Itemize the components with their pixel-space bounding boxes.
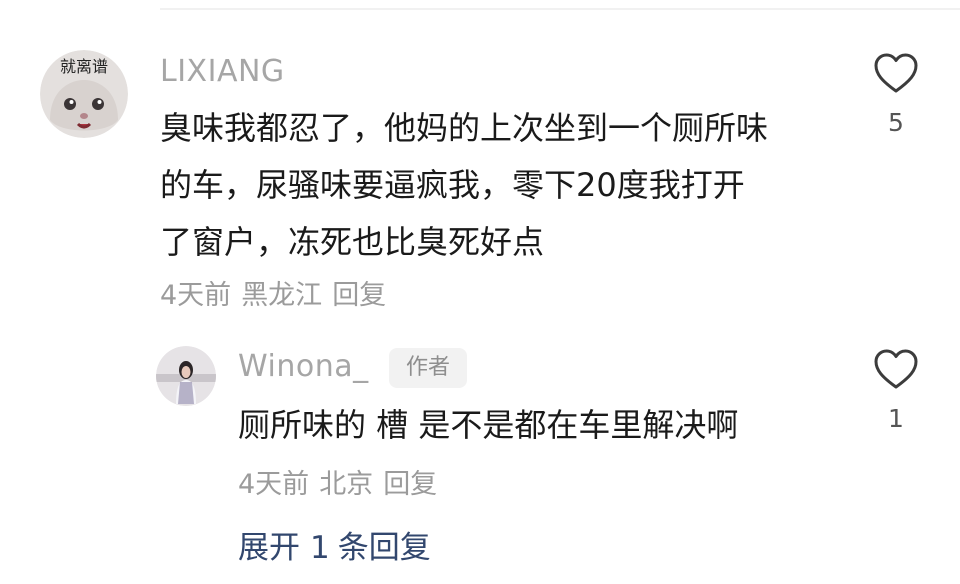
reply-button[interactable]: 回复 — [332, 280, 386, 311]
comment-thread: 就离谱 LIXIANG 臭味我都忍了，他妈的上次坐到一个厕所味 的车，尿骚味要逼… — [0, 0, 960, 584]
reply-location: 北京 — [319, 469, 374, 500]
comment-username[interactable]: LIXIANG — [160, 54, 285, 89]
reply-reply-button[interactable]: 回复 — [383, 469, 437, 500]
like-button[interactable]: 5 — [866, 52, 926, 137]
author-badge: 作者 — [389, 348, 467, 388]
avatar-caption: 就离谱 — [60, 57, 108, 76]
comment-location: 黑龙江 — [241, 280, 323, 311]
reply-like-button[interactable]: 1 — [866, 348, 926, 433]
like-count: 5 — [888, 108, 904, 137]
reply-time: 4天前 — [238, 469, 310, 500]
comment-text: 臭味我都忍了，他妈的上次坐到一个厕所味 的车，尿骚味要逼疯我，零下20度我打开 … — [160, 100, 768, 271]
comment-text-line: 了窗户，冻死也比臭死好点 — [160, 223, 545, 261]
reply-meta: 4天前 北京 回复 — [238, 462, 437, 501]
comment-text-line: 的车，尿骚味要逼疯我，零下20度我打开 — [160, 166, 745, 204]
expand-replies-button[interactable]: 展开 1 条回复 — [238, 522, 431, 567]
divider — [160, 8, 960, 10]
expand-label-prefix: 展开 — [238, 530, 300, 566]
comment-text-line: 臭味我都忍了，他妈的上次坐到一个厕所味 — [160, 109, 769, 147]
expand-count: 1 — [310, 530, 330, 566]
heart-outline-icon — [874, 349, 918, 389]
heart-outline-icon — [874, 53, 918, 93]
comment-time: 4天前 — [160, 280, 232, 311]
expand-label-suffix: 条回复 — [337, 530, 431, 566]
comment-meta: 4天前 黑龙江 回复 — [160, 273, 386, 312]
reply-avatar[interactable] — [156, 346, 216, 406]
reply-like-count: 1 — [888, 404, 904, 433]
reply-text: 厕所味的 槽 是不是都在车里解决啊 — [238, 406, 739, 444]
avatar[interactable]: 就离谱 — [40, 50, 128, 138]
reply-username[interactable]: Winona_ — [238, 349, 369, 384]
